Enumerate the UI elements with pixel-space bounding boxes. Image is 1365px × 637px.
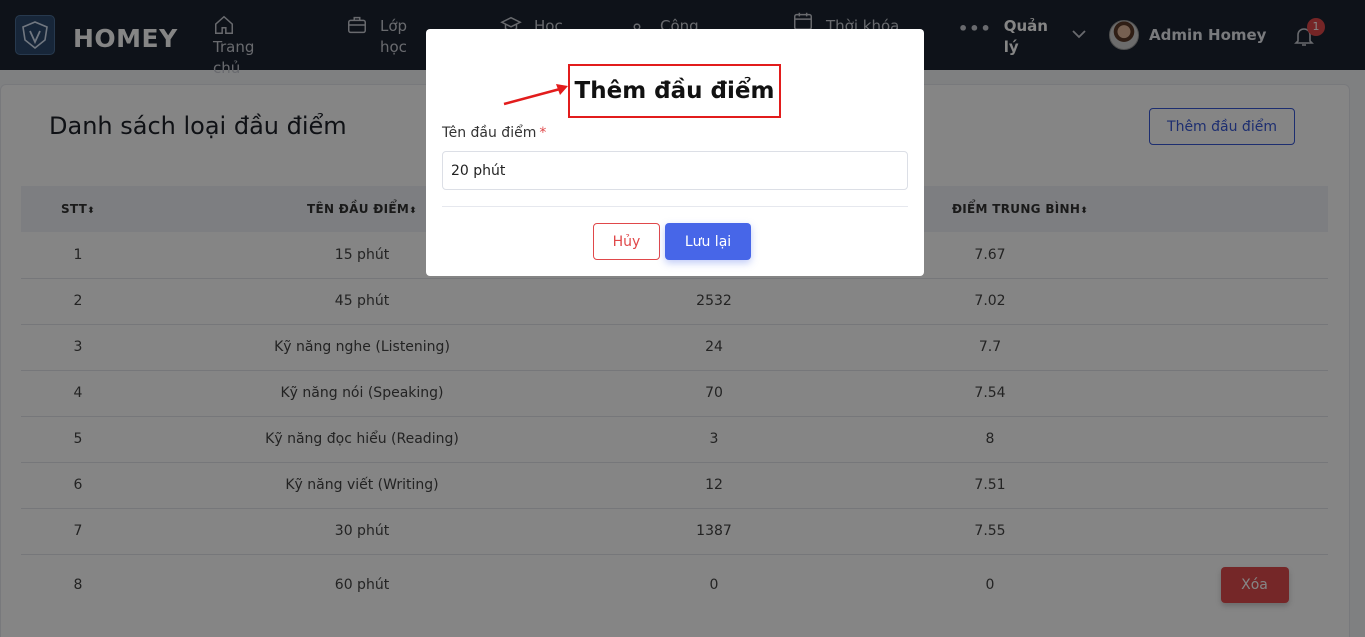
add-score-type-modal: Thêm đầu điểm Tên đầu điểm* Hủy Lưu lại	[426, 29, 924, 276]
modal-divider	[442, 206, 908, 207]
cancel-button[interactable]: Hủy	[593, 223, 660, 260]
score-name-input[interactable]	[442, 151, 908, 190]
required-mark: *	[539, 125, 547, 141]
score-name-label: Tên đầu điểm *	[442, 125, 547, 141]
save-button[interactable]: Lưu lại	[665, 223, 751, 260]
modal-title-highlight: Thêm đầu điểm	[568, 64, 781, 118]
modal-title: Thêm đầu điểm	[574, 78, 775, 104]
annotation-arrow-icon	[503, 84, 568, 106]
